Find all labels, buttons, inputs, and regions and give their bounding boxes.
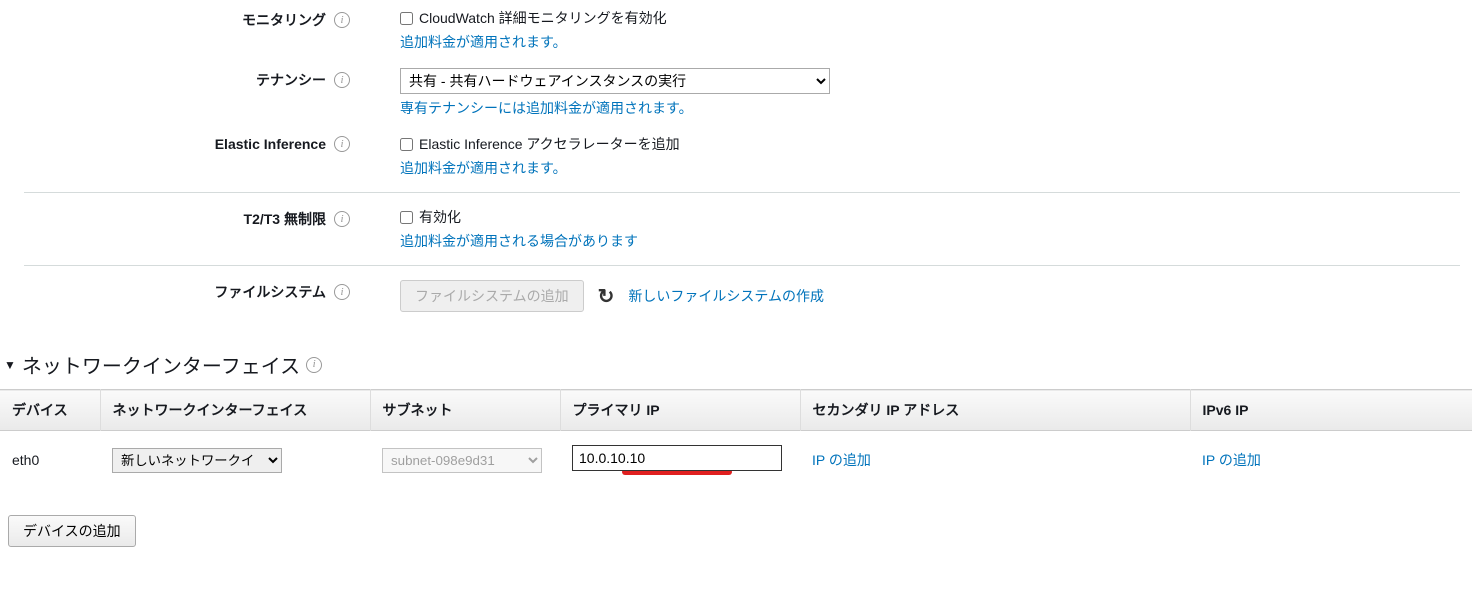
tenancy-value-cell: 共有 - 共有ハードウェアインスタンスの実行 専有テナンシーには追加料金が適用さ… [360, 68, 830, 118]
t2t3-checkbox-label: 有効化 [419, 207, 461, 227]
network-interface-title: ネットワークインターフェイス [22, 350, 300, 379]
add-secondary-ip-link[interactable]: IP の追加 [812, 452, 871, 468]
elastic-inference-row: Elastic Inference i Elastic Inference アク… [0, 126, 1472, 186]
tenancy-select[interactable]: 共有 - 共有ハードウェアインスタンスの実行 [400, 68, 830, 94]
monitoring-label-cell: モニタリング i [0, 8, 360, 30]
filesystem-row: ファイルシステム i ファイルシステムの追加 ↻ 新しいファイルシステムの作成 [0, 272, 1472, 320]
th-primary-ip: プライマリ IP [560, 390, 800, 431]
refresh-icon[interactable]: ↻ [598, 284, 615, 309]
monitoring-note-link[interactable]: 追加料金が適用されます。 [400, 32, 667, 52]
create-filesystem-link[interactable]: 新しいファイルシステムの作成 [628, 286, 824, 306]
divider [24, 192, 1460, 193]
cell-device: eth0 [0, 431, 100, 490]
subnet-select: subnet-098e9d31 [382, 448, 542, 473]
primary-ip-input[interactable] [572, 445, 782, 471]
t2t3-note-link[interactable]: 追加料金が適用される場合があります [400, 231, 638, 251]
th-device: デバイス [0, 390, 100, 431]
info-icon[interactable]: i [334, 136, 350, 152]
t2t3-label: T2/T3 無制限 [244, 209, 326, 229]
filesystem-value-cell: ファイルシステムの追加 ↻ 新しいファイルシステムの作成 [360, 280, 824, 312]
monitoring-checkbox-label: CloudWatch 詳細モニタリングを有効化 [419, 8, 667, 28]
table-row: eth0 新しいネットワークイ subnet-098e9d31 IP の追加 I… [0, 431, 1472, 490]
th-subnet: サブネット [370, 390, 560, 431]
elastic-inference-checkbox[interactable] [400, 138, 413, 151]
divider [24, 265, 1460, 266]
elastic-inference-checkbox-label: Elastic Inference アクセラレーターを追加 [419, 134, 680, 154]
info-icon[interactable]: i [306, 357, 322, 373]
t2t3-checkbox-line[interactable]: 有効化 [400, 207, 638, 227]
cell-subnet: subnet-098e9d31 [370, 431, 560, 490]
cell-primary-ip [560, 431, 800, 490]
t2t3-checkbox[interactable] [400, 211, 413, 224]
t2t3-value-cell: 有効化 追加料金が適用される場合があります [360, 207, 638, 251]
elastic-inference-value-cell: Elastic Inference アクセラレーターを追加 追加料金が適用されま… [360, 134, 680, 178]
th-ni: ネットワークインターフェイス [100, 390, 370, 431]
monitoring-value-cell: CloudWatch 詳細モニタリングを有効化 追加料金が適用されます。 [360, 8, 667, 52]
info-icon[interactable]: i [334, 211, 350, 227]
table-header-row: デバイス ネットワークインターフェイス サブネット プライマリ IP セカンダリ… [0, 390, 1472, 431]
elastic-inference-label-cell: Elastic Inference i [0, 134, 360, 152]
filesystem-label-cell: ファイルシステム i [0, 280, 360, 302]
elastic-inference-note-link[interactable]: 追加料金が適用されます。 [400, 158, 680, 178]
elastic-inference-label: Elastic Inference [215, 136, 326, 152]
elastic-inference-checkbox-line[interactable]: Elastic Inference アクセラレーターを追加 [400, 134, 680, 154]
th-secondary-ip: セカンダリ IP アドレス [800, 390, 1190, 431]
add-filesystem-button: ファイルシステムの追加 [400, 280, 584, 312]
th-ipv6: IPv6 IP [1190, 390, 1472, 431]
info-icon[interactable]: i [334, 72, 350, 88]
info-icon[interactable]: i [334, 284, 350, 300]
filesystem-label: ファイルシステム [214, 282, 326, 302]
tenancy-row: テナンシー i 共有 - 共有ハードウェアインスタンスの実行 専有テナンシーには… [0, 60, 1472, 126]
monitoring-checkbox-line[interactable]: CloudWatch 詳細モニタリングを有効化 [400, 8, 667, 28]
info-icon[interactable]: i [334, 12, 350, 28]
network-interface-section-header[interactable]: ▼ ネットワークインターフェイス i [0, 320, 1472, 389]
add-device-button[interactable]: デバイスの追加 [8, 515, 136, 547]
monitoring-label: モニタリング [242, 10, 326, 30]
t2t3-row: T2/T3 無制限 i 有効化 追加料金が適用される場合があります [0, 199, 1472, 259]
cell-secondary-ip: IP の追加 [800, 431, 1190, 490]
cell-ipv6: IP の追加 [1190, 431, 1472, 490]
network-interface-table: デバイス ネットワークインターフェイス サブネット プライマリ IP セカンダリ… [0, 389, 1472, 489]
tenancy-note-link[interactable]: 専有テナンシーには追加料金が適用されます。 [400, 98, 830, 118]
tenancy-label-cell: テナンシー i [0, 68, 360, 90]
filesystem-actions: ファイルシステムの追加 ↻ 新しいファイルシステムの作成 [400, 280, 824, 312]
monitoring-checkbox[interactable] [400, 12, 413, 25]
monitoring-row: モニタリング i CloudWatch 詳細モニタリングを有効化 追加料金が適用… [0, 0, 1472, 60]
tenancy-label: テナンシー [256, 70, 326, 90]
add-ipv6-link[interactable]: IP の追加 [1202, 452, 1261, 468]
ni-select[interactable]: 新しいネットワークイ [112, 448, 282, 473]
cell-ni: 新しいネットワークイ [100, 431, 370, 490]
t2t3-label-cell: T2/T3 無制限 i [0, 207, 360, 229]
caret-down-icon: ▼ [4, 358, 16, 372]
